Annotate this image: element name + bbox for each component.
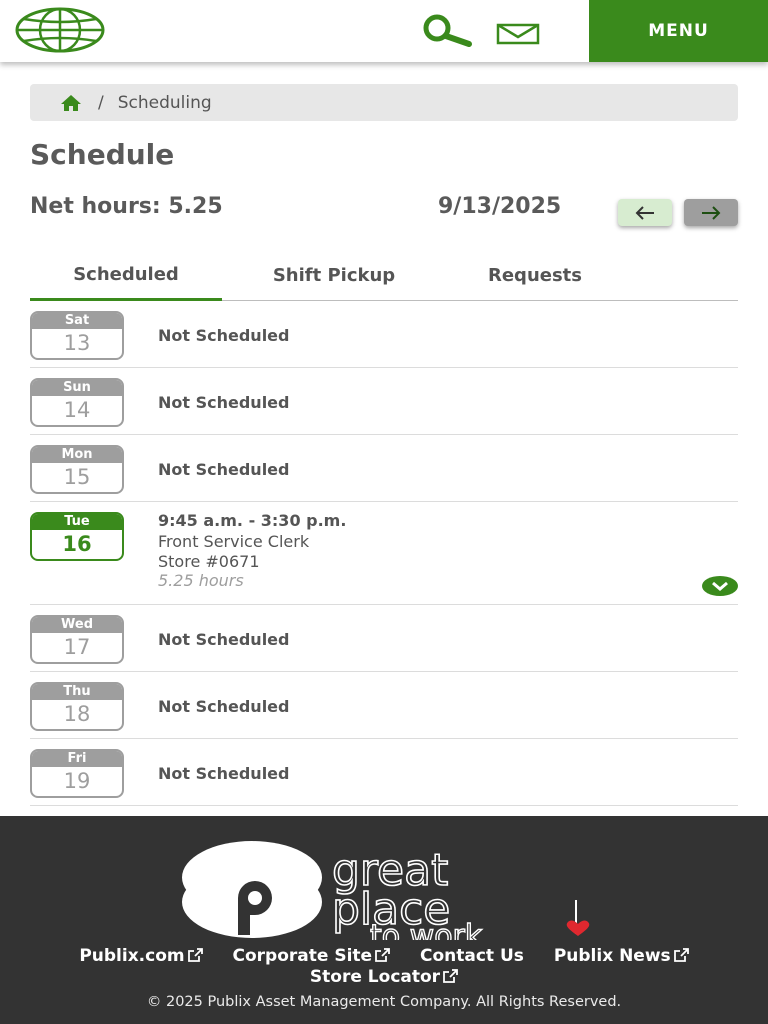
day-status: Not Scheduled	[158, 460, 290, 479]
day-name: Fri	[32, 751, 122, 767]
schedule-tabs: Scheduled Shift Pickup Requests	[30, 250, 738, 301]
day-row[interactable]: Sun 14 Not Scheduled	[30, 368, 738, 435]
day-name: Thu	[32, 684, 122, 700]
day-badge: Wed 17	[30, 615, 124, 664]
next-week-button[interactable]	[684, 199, 738, 226]
day-date: 13	[63, 331, 91, 355]
external-link-icon	[187, 948, 203, 962]
day-date: 15	[63, 465, 91, 489]
day-date: 19	[63, 769, 91, 793]
day-name: Sat	[32, 313, 122, 329]
home-icon[interactable]	[60, 94, 82, 112]
day-row-scheduled[interactable]: Tue 16 9:45 a.m. - 3:30 p.m. Front Servi…	[30, 502, 738, 605]
day-status: Not Scheduled	[158, 764, 290, 783]
mail-icon[interactable]	[496, 22, 542, 46]
external-link-icon	[443, 969, 458, 983]
external-link-icon	[673, 948, 689, 962]
footer-link-publix-com[interactable]: Publix.com	[79, 946, 203, 966]
top-navbar: MENU	[0, 0, 768, 62]
great-place-to-work-logo: great place to work	[180, 840, 592, 955]
breadcrumb: / Scheduling	[30, 84, 738, 121]
day-name: Mon	[32, 447, 122, 463]
tab-scheduled[interactable]: Scheduled	[30, 250, 222, 301]
footer: great place to work Publix.com Corporate…	[0, 816, 768, 1024]
day-date: 14	[63, 398, 91, 422]
search-icon[interactable]	[420, 14, 476, 48]
svg-text:to work: to work	[370, 919, 483, 940]
menu-button[interactable]: MENU	[589, 0, 768, 62]
net-hours-label: Net hours: 5.25	[30, 194, 223, 219]
breadcrumb-current: Scheduling	[117, 92, 212, 113]
footer-link-corporate-site[interactable]: Corporate Site	[233, 946, 391, 966]
tab-requests[interactable]: Requests	[450, 250, 620, 301]
copyright-text: © 2025 Publix Asset Management Company. …	[146, 994, 622, 1010]
day-row[interactable]: Sat 13 Not Scheduled	[30, 301, 738, 368]
day-badge: Sat 13	[30, 311, 124, 360]
day-date: 16	[62, 532, 92, 556]
footer-link-contact-us[interactable]: Contact Us	[420, 946, 524, 966]
day-name: Wed	[32, 617, 122, 633]
footer-links: Publix.com Corporate Site Contact Us Pub…	[0, 946, 768, 988]
day-row[interactable]: Thu 18 Not Scheduled	[30, 672, 738, 739]
page-title: Schedule	[30, 138, 175, 171]
day-status: Not Scheduled	[158, 393, 290, 412]
globe-logo[interactable]	[14, 6, 106, 54]
day-date: 17	[63, 635, 91, 659]
breadcrumb-separator: /	[98, 92, 104, 113]
day-badge: Mon 15	[30, 445, 124, 494]
day-name: Tue	[32, 514, 122, 530]
week-date-label: 9/13/2025	[438, 194, 562, 219]
day-name: Sun	[32, 380, 122, 396]
previous-week-button[interactable]	[618, 199, 672, 226]
day-badge: Thu 18	[30, 682, 124, 731]
shift-store: Store #0671	[158, 552, 260, 571]
day-row[interactable]: Fri 19 Not Scheduled	[30, 739, 738, 806]
shift-time: 9:45 a.m. - 3:30 p.m.	[158, 511, 347, 530]
arrow-right-icon	[702, 205, 721, 220]
day-date: 18	[63, 702, 91, 726]
day-badge: Fri 19	[30, 749, 124, 798]
day-status: Not Scheduled	[158, 630, 290, 649]
shift-hours: 5.25 hours	[158, 571, 244, 590]
footer-link-publix-news[interactable]: Publix News	[554, 946, 689, 966]
day-row[interactable]: Mon 15 Not Scheduled	[30, 435, 738, 502]
arrow-left-icon	[635, 205, 654, 220]
day-status: Not Scheduled	[158, 697, 290, 716]
footer-link-store-locator[interactable]: Store Locator	[310, 967, 458, 987]
chevron-down-icon[interactable]	[702, 576, 738, 596]
day-row[interactable]: Wed 17 Not Scheduled	[30, 605, 738, 672]
day-status: Not Scheduled	[158, 326, 290, 345]
external-link-icon	[375, 948, 390, 962]
day-badge-active: Tue 16	[30, 512, 124, 561]
tab-shift-pickup[interactable]: Shift Pickup	[238, 250, 430, 301]
shift-position: Front Service Clerk	[158, 532, 310, 551]
day-badge: Sun 14	[30, 378, 124, 427]
